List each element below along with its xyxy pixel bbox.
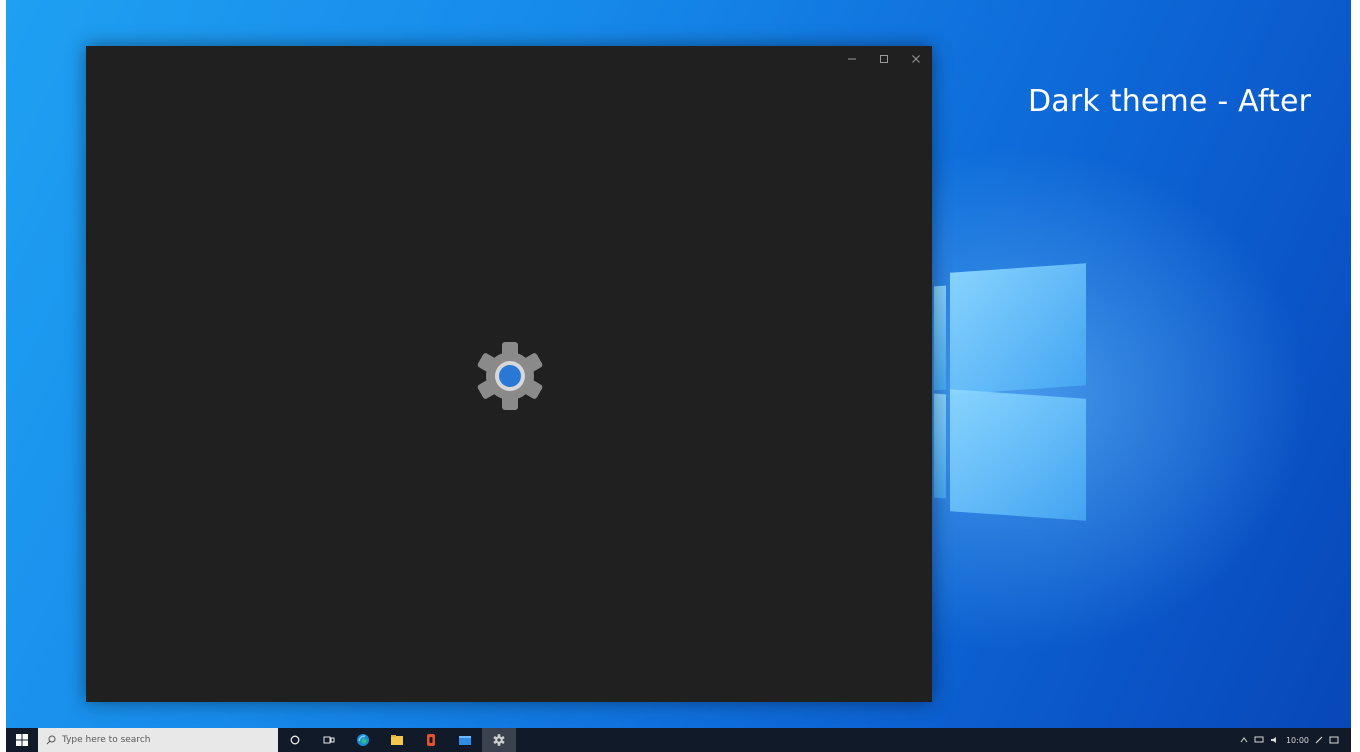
settings-taskbar-button[interactable] (482, 728, 516, 752)
search-icon (46, 735, 56, 745)
file-explorer-icon (391, 735, 403, 745)
cortana-button[interactable] (278, 728, 312, 752)
file-explorer-button[interactable] (380, 728, 414, 752)
windows-logo-pane-top-right (950, 263, 1086, 395)
settings-icon (493, 734, 505, 746)
screenshot-frame: Dark theme - After Type here to search 1… (6, 0, 1351, 752)
minimize-button[interactable] (836, 46, 868, 72)
start-button[interactable] (6, 728, 38, 752)
close-button[interactable] (900, 46, 932, 72)
windows-logo-pane-top-left (934, 285, 946, 391)
settings-app-window[interactable] (86, 46, 932, 702)
taskbar: Type here to search 10:00 (6, 728, 1351, 752)
windows-logo-pane-bottom-left (934, 393, 946, 499)
network-icon[interactable] (1254, 736, 1264, 744)
cortana-icon (290, 735, 300, 745)
desktop-caption: Dark theme - After (1028, 84, 1312, 119)
search-placeholder: Type here to search (62, 735, 151, 745)
edge-icon (357, 734, 369, 746)
settings-gear-icon (477, 342, 543, 410)
tray-clock[interactable]: 10:00 (1286, 736, 1309, 745)
windows-start-icon (16, 734, 28, 746)
windows-logo-pane-bottom-right (950, 389, 1086, 521)
notification-center-icon[interactable] (1329, 736, 1339, 745)
close-icon (912, 55, 920, 63)
task-view-button[interactable] (312, 728, 346, 752)
minimize-icon (848, 58, 856, 60)
maximize-button[interactable] (868, 46, 900, 72)
mail-icon (459, 736, 471, 745)
system-tray: 10:00 (1240, 736, 1351, 745)
task-view-icon (323, 736, 335, 744)
office-button[interactable] (414, 728, 448, 752)
pen-icon[interactable] (1315, 736, 1323, 744)
mail-button[interactable] (448, 728, 482, 752)
taskbar-search-box[interactable]: Type here to search (38, 728, 278, 752)
edge-button[interactable] (346, 728, 380, 752)
chevron-up-icon[interactable] (1240, 736, 1248, 744)
volume-icon[interactable] (1270, 736, 1280, 744)
maximize-icon (880, 55, 888, 63)
office-icon (427, 734, 435, 746)
window-title-controls (836, 46, 932, 74)
